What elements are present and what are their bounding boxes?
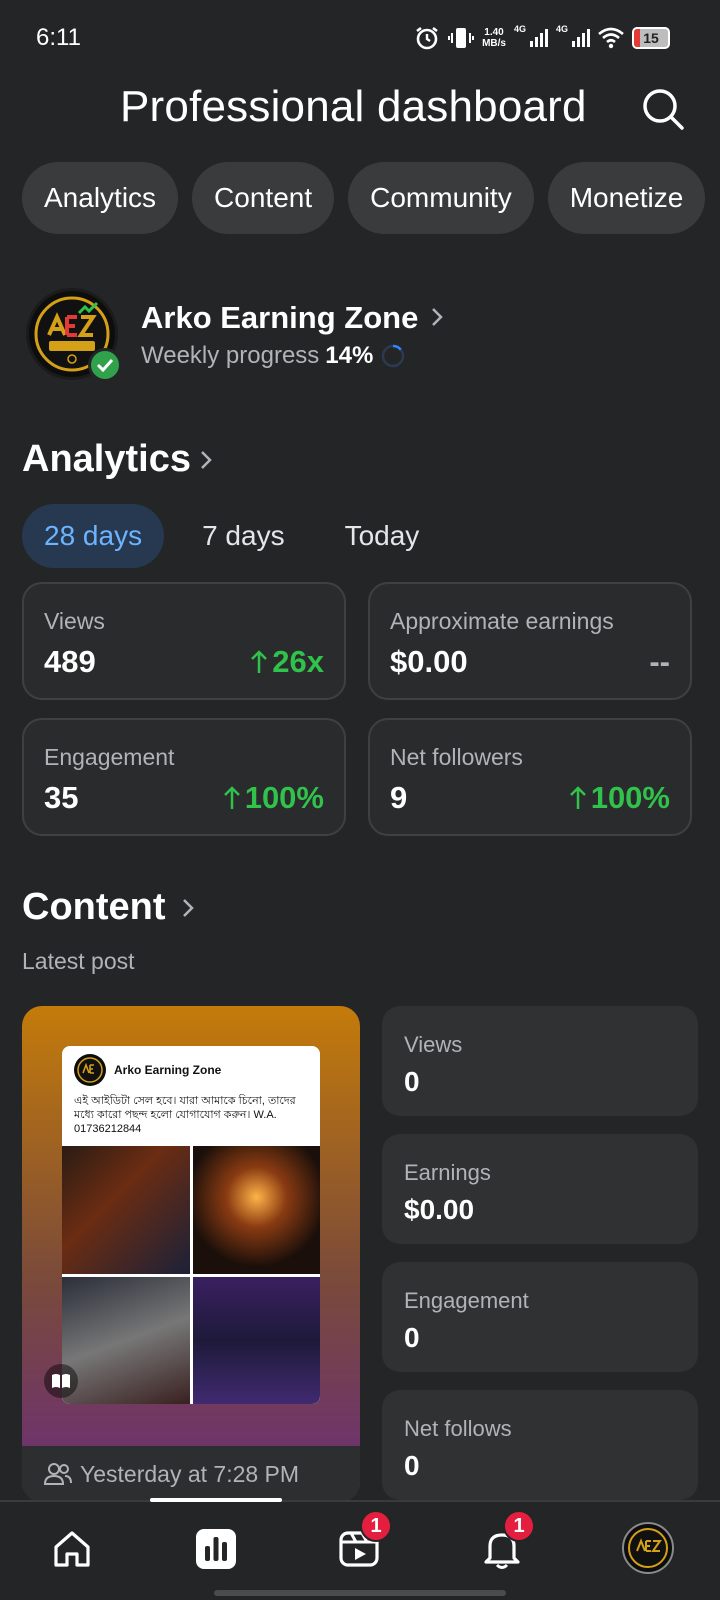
metric-card-earnings[interactable]: Approximate earnings $0.00 -- — [368, 582, 692, 700]
status-bar: 6:11 1.40 MB/s 4G 4G 15 — [0, 0, 720, 76]
dashboard-icon[interactable] — [191, 1524, 241, 1574]
page-title: Professional dashboard — [120, 82, 587, 131]
dashboard-tabs: Analytics Content Community Monetize — [22, 162, 706, 234]
tab-content[interactable]: Content — [192, 162, 335, 234]
post-time: Yesterday at 7:28 PM — [80, 1460, 300, 1487]
page-name-link[interactable]: Arko Earning Zone — [141, 300, 418, 336]
latest-post-label: Latest post — [22, 948, 135, 974]
notifications-badge: 1 — [503, 1510, 535, 1542]
metric-label: Approximate earnings — [390, 608, 614, 634]
album-icon — [44, 1364, 78, 1398]
tab-community[interactable]: Community — [348, 162, 534, 234]
post-text: এই আইডিটা সেল হবে। যারা আমাকে চিনো, তাদে… — [74, 1095, 296, 1135]
profile-avatar[interactable] — [622, 1522, 674, 1574]
progress-label: Weekly progress — [141, 342, 320, 369]
progress-value: 14% — [325, 342, 374, 369]
progress-ring-icon — [382, 344, 405, 368]
metric-label: Net followers — [390, 744, 523, 770]
post-image — [62, 1276, 190, 1404]
arrow-up-icon — [569, 786, 586, 809]
gesture-bar — [214, 1590, 506, 1596]
post-image — [192, 1146, 320, 1274]
chevron-right-icon[interactable] — [430, 306, 444, 328]
status-icons: 1.40 MB/s 4G 4G 15 — [414, 24, 670, 52]
post-page-avatar — [74, 1054, 106, 1086]
video-badge: 1 — [360, 1510, 392, 1542]
post-stat-views: Views 0 — [382, 1006, 698, 1116]
date-range-tabs: 28 days 7 days Today — [22, 504, 457, 568]
post-image-collage — [62, 1146, 320, 1404]
stat-label: Earnings — [404, 1160, 491, 1185]
stat-value: 0 — [404, 1066, 420, 1097]
weekly-progress: Weekly progress 14% — [141, 342, 405, 370]
wifi-icon — [598, 27, 624, 49]
content-heading[interactable]: Content — [22, 886, 166, 929]
stat-label: Engagement — [404, 1288, 529, 1313]
verified-check-icon — [88, 348, 122, 382]
stat-label: Views — [404, 1032, 463, 1057]
active-tab-indicator — [150, 1498, 282, 1502]
vibrate-icon — [448, 28, 475, 48]
post-preview: Arko Earning Zone এই আইডিটা সেল হবে। যার… — [62, 1046, 320, 1404]
post-meta: Yesterday at 7:28 PM — [22, 1446, 360, 1502]
post-stat-engagement: Engagement 0 — [382, 1262, 698, 1372]
post-page-name: Arko Earning Zone — [114, 1063, 222, 1077]
battery-icon: 15 — [632, 27, 670, 49]
range-today[interactable]: Today — [323, 504, 442, 568]
stat-value: 0 — [404, 1322, 420, 1353]
home-icon[interactable] — [47, 1524, 97, 1574]
alarm-icon — [416, 26, 438, 50]
latest-post-card[interactable]: Arko Earning Zone এই আইডিটা সেল হবে। যার… — [22, 1006, 360, 1502]
post-stat-net-follows: Net follows 0 — [382, 1390, 698, 1500]
notifications-icon[interactable]: 1 — [477, 1510, 535, 1574]
metric-change: 100% — [223, 780, 324, 816]
analytics-chevron-icon[interactable] — [198, 448, 214, 472]
metric-change: -- — [649, 644, 670, 679]
post-image — [192, 1276, 320, 1404]
tab-monetize[interactable]: Monetize — [547, 162, 706, 234]
content-chevron-icon[interactable] — [180, 896, 196, 920]
metric-card-engagement[interactable]: Engagement 35 100% — [22, 718, 346, 836]
metric-value: 9 — [390, 780, 408, 815]
search-icon[interactable] — [640, 86, 686, 132]
metric-label: Views — [44, 608, 105, 634]
analytics-heading[interactable]: Analytics — [22, 438, 191, 481]
arrow-up-icon — [223, 786, 240, 809]
metric-card-views[interactable]: Views 489 26x — [22, 582, 346, 700]
metric-label: Engagement — [44, 744, 175, 770]
range-28-days[interactable]: 28 days — [22, 504, 165, 568]
bottom-navigation: 1 1 — [0, 1498, 720, 1600]
video-icon[interactable]: 1 — [334, 1510, 392, 1574]
metric-value: 35 — [44, 780, 79, 815]
range-7-days[interactable]: 7 days — [180, 504, 307, 568]
metric-card-net-followers[interactable]: Net followers 9 100% — [368, 718, 692, 836]
metric-change: 26x — [250, 644, 324, 680]
metric-change: 100% — [569, 780, 670, 816]
sim2-type: 4G — [555, 24, 568, 34]
friends-audience-icon — [44, 1463, 72, 1485]
metric-value: 489 — [44, 644, 96, 679]
net-speed: 1.40 MB/s — [482, 27, 506, 49]
metric-value: $0.00 — [390, 644, 468, 679]
stat-label: Net follows — [404, 1416, 512, 1441]
post-image — [62, 1146, 190, 1274]
stat-value: 0 — [404, 1450, 420, 1481]
sim1-type: 4G — [513, 24, 526, 34]
status-time: 6:11 — [36, 24, 81, 51]
arrow-up-icon — [251, 650, 268, 673]
signal-1-icon — [529, 29, 548, 47]
stat-value: $0.00 — [404, 1194, 475, 1225]
post-stat-earnings: Earnings $0.00 — [382, 1134, 698, 1244]
signal-2-icon — [572, 29, 590, 47]
tab-analytics[interactable]: Analytics — [22, 162, 179, 234]
